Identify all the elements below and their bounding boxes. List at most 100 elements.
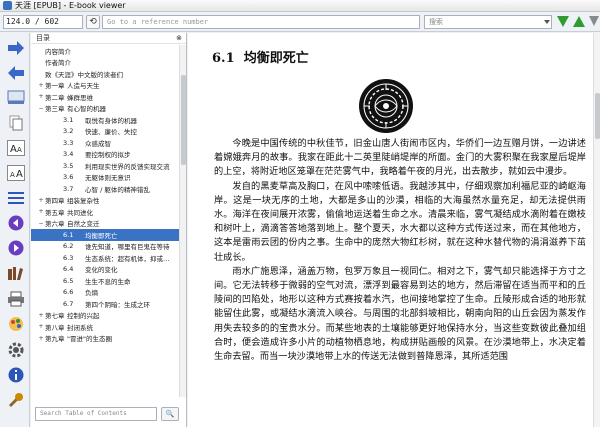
chapter-name: 均衡即死亡: [243, 51, 309, 66]
toc-header: 目录 ⊗: [31, 33, 186, 44]
toc-item[interactable]: 3.4 要控制权的拟步: [31, 149, 180, 161]
print-icon[interactable]: [6, 290, 26, 308]
toc-item-label: 心智 / 躯体的精神错乱: [85, 185, 150, 194]
theme-icon[interactable]: [6, 315, 26, 333]
toc-item[interactable]: − 第三章 有心智的机器: [31, 103, 180, 115]
expand-icon[interactable]: +: [37, 82, 45, 89]
toc-item-number: 第一章: [45, 82, 65, 91]
toc-item-label: 无躯体则无意识: [85, 174, 131, 183]
svg-text:A: A: [10, 144, 17, 155]
toc-item[interactable]: 6.4 变化的变化: [31, 264, 180, 276]
toc-item-label: 变化的变化: [85, 266, 118, 275]
toc-item[interactable]: + 第九章 "冒进"的生态圈: [31, 333, 180, 345]
toc-item[interactable]: 3.5 利用现实世界的反馈实现交流: [31, 160, 180, 172]
collapse-icon[interactable]: −: [37, 220, 45, 227]
toc-item-label: 生态系统：超有机体，抑或…: [85, 254, 170, 263]
paragraph: 发自的黑麦草高及胸口，在风中嗦嗦低语。我越涉其中，仔细观察加利福尼亚的崎岖海岸。…: [214, 180, 586, 263]
toc-item[interactable]: + 第一章 人造与天生: [31, 80, 180, 92]
content-scroll-thumb[interactable]: [595, 93, 600, 139]
toc-close-icon[interactable]: ⊗: [176, 33, 182, 43]
toc-item[interactable]: + 第二章 蜂群思维: [31, 91, 180, 103]
toc-item-number: 3.6: [63, 173, 74, 182]
toc-item[interactable]: 6.7 第四个阴暗：生成之环: [31, 298, 180, 310]
search-input[interactable]: 搜索: [424, 15, 552, 29]
book-content: 6.1 均衡即死亡 今晚是中国传统的中秋佳节，旧金山唐人街闹市区内，华侨们一边互…: [188, 33, 593, 427]
toc-item-label: 负熵: [85, 289, 98, 298]
toc-item[interactable]: − 第六章 自然之变迁: [31, 218, 180, 230]
toc-item[interactable]: 3.3 众惑成智: [31, 137, 180, 149]
toc-item-label: 有心智的机器: [67, 105, 106, 114]
toc-item[interactable]: 6.1 均衡即死亡: [31, 229, 180, 241]
toc-item[interactable]: 3.7 心智 / 躯体的精神错乱: [31, 183, 180, 195]
font-smaller-icon[interactable]: AA: [6, 164, 26, 182]
toc-item[interactable]: 6.6 负熵: [31, 287, 180, 299]
toc-item[interactable]: + 第八章 封闭系统: [31, 321, 180, 333]
toc-item-label: 第四个阴暗：生成之环: [85, 300, 150, 309]
window-title: 天涯 [EPUB] - E-book viewer: [15, 1, 126, 10]
toc-item[interactable]: 作者简介: [31, 57, 180, 69]
paragraph: 今晚是中国传统的中秋佳节，旧金山唐人街闹市区内，华侨们一边互赠月饼，一边讲述着嫦…: [214, 138, 586, 178]
search-dropdown-icon[interactable]: [544, 20, 550, 24]
reference-input[interactable]: Go to a reference number: [102, 15, 420, 29]
expand-icon[interactable]: +: [37, 323, 45, 330]
back-arrow-icon[interactable]: [6, 64, 26, 82]
expand-icon[interactable]: +: [37, 93, 45, 100]
expand-icon[interactable]: +: [37, 312, 45, 319]
toc-item[interactable]: 内容简介: [31, 45, 180, 57]
toc-scroll-thumb[interactable]: [181, 75, 186, 165]
toc-item[interactable]: 3.6 无躯体则无意识: [31, 172, 180, 184]
toc-item-label: 组装复杂性: [67, 197, 100, 206]
svg-text:A: A: [17, 146, 22, 154]
toc-item[interactable]: 6.2 谁先知道，哪里有巨鬼在等待: [31, 241, 180, 253]
toc-item-label: 人造与天生: [67, 82, 100, 91]
position-input[interactable]: 124.0 / 602: [3, 15, 83, 29]
toc-item-number: 3.5: [63, 161, 74, 170]
info-icon[interactable]: [6, 366, 26, 384]
previous-page-icon[interactable]: [6, 214, 26, 232]
toc-item[interactable]: + 第四章 组装复杂性: [31, 195, 180, 207]
svg-text:A: A: [16, 169, 23, 180]
toc-header-label: 目录: [36, 34, 50, 42]
wrench-icon[interactable]: [6, 391, 26, 409]
toc-scrollbar[interactable]: [179, 45, 186, 397]
toc-item-label: 控制的兴起: [67, 312, 100, 321]
chapter-number: 6.1: [212, 51, 235, 66]
toc-search-input[interactable]: Search Table of Contents: [35, 407, 157, 421]
expand-icon[interactable]: +: [37, 197, 45, 204]
toc-item-number: 6.2: [63, 242, 74, 251]
collapse-icon[interactable]: −: [37, 105, 45, 112]
app-icon: [3, 1, 12, 10]
toc-item[interactable]: 3.2 快速、廉价、失控: [31, 126, 180, 138]
expand-icon[interactable]: +: [37, 335, 45, 342]
copy-icon[interactable]: [6, 114, 26, 132]
toc-item[interactable]: 致《天涯》中文版的读者们: [31, 68, 180, 80]
toc-item-number: 第二章: [45, 93, 65, 102]
toc-item[interactable]: 6.3 生态系统：超有机体，抑或…: [31, 252, 180, 264]
toc-item-label: 共同进化: [67, 208, 93, 217]
find-next-icon[interactable]: [557, 16, 569, 27]
toc-item-number: 6.6: [63, 288, 74, 297]
toc-icon[interactable]: [6, 189, 26, 207]
toc-item-number: 第四章: [45, 197, 65, 206]
top-toolbar: 124.0 / 602 ⟲ Go to a reference number 搜…: [0, 12, 600, 32]
library-icon[interactable]: [6, 88, 26, 106]
toc-item[interactable]: 6.5 生生不息的生命: [31, 275, 180, 287]
toc-item-label: 利用现实世界的反馈实现交流: [85, 162, 170, 171]
more-options-icon[interactable]: [589, 16, 599, 26]
forward-arrow-icon[interactable]: [6, 39, 26, 57]
toc-item[interactable]: 3.1 取悦有身体的机器: [31, 114, 180, 126]
reference-mode-icon[interactable]: [6, 265, 26, 283]
toc-item-number: 6.3: [63, 253, 74, 262]
toc-item-label: 要控制权的拟步: [85, 151, 131, 160]
content-scrollbar[interactable]: [593, 33, 600, 427]
font-larger-icon[interactable]: AA: [6, 139, 26, 157]
toc-item[interactable]: + 第七章 控制的兴起: [31, 310, 180, 322]
toc-item[interactable]: + 第五章 共同进化: [31, 206, 180, 218]
toc-item-label: 封闭系统: [67, 323, 93, 332]
settings-gear-icon[interactable]: [6, 341, 26, 359]
back-button[interactable]: ⟲: [86, 15, 100, 29]
toc-search-button[interactable]: 🔍: [161, 407, 179, 421]
expand-icon[interactable]: +: [37, 208, 45, 215]
find-previous-icon[interactable]: [573, 16, 585, 27]
next-page-icon[interactable]: [6, 239, 26, 257]
